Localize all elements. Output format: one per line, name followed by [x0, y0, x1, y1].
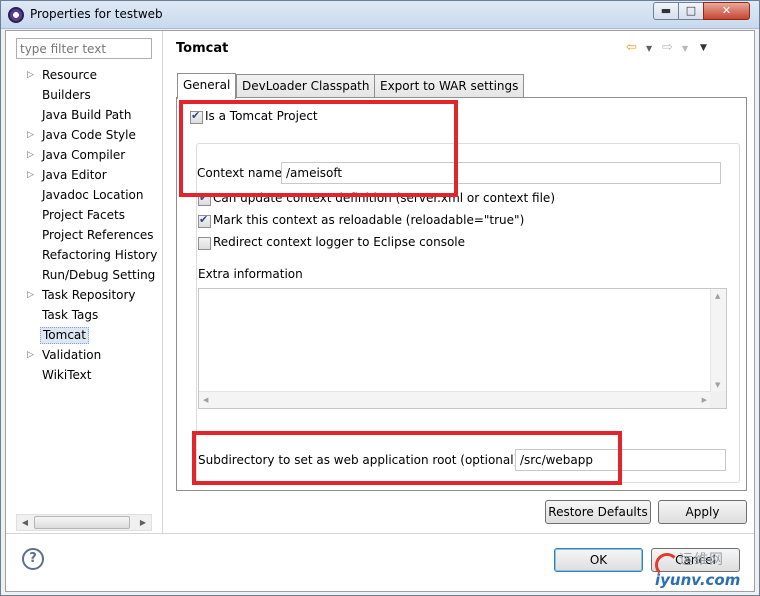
- scroll-right-icon[interactable]: ▶: [702, 396, 707, 404]
- page-navigation-toolbar: ⇦ ▼ ⇨ ▼ ▼: [622, 40, 746, 58]
- expand-arrow-icon[interactable]: ▷: [27, 65, 34, 85]
- pane-divider[interactable]: [162, 31, 163, 533]
- sidebar: ▷Resource Builders Java Build Path ▷Java…: [6, 31, 162, 533]
- scroll-thumb[interactable]: [34, 516, 130, 529]
- expand-arrow-icon[interactable]: ▷: [27, 345, 34, 365]
- highlight-box-tomcat-context: [179, 100, 458, 197]
- help-icon[interactable]: ?: [22, 548, 44, 570]
- forward-arrow-icon[interactable]: ⇨: [662, 40, 673, 55]
- scroll-up-icon[interactable]: ▲: [715, 292, 720, 300]
- sidebar-item-resource[interactable]: ▷ Resource: [6, 65, 162, 85]
- sidebar-item-java-code-style[interactable]: ▷ Java Code Style: [6, 125, 162, 145]
- watermark-text-cn: 运维网: [679, 552, 724, 568]
- filter-input[interactable]: [16, 38, 152, 59]
- button-bar-divider: [6, 533, 754, 534]
- sidebar-item-task-repository[interactable]: ▷ Task Repository: [6, 285, 162, 305]
- reloadable-checkbox[interactable]: [198, 213, 211, 228]
- tab-devloader-classpath[interactable]: DevLoader Classpath: [236, 74, 376, 98]
- sidebar-item-tomcat[interactable]: Tomcat: [6, 325, 162, 345]
- properties-window: Properties for testweb ▬ □ ✕ ▷Resource B…: [0, 0, 760, 596]
- back-menu-icon[interactable]: ▼: [646, 44, 652, 53]
- sidebar-item-builders[interactable]: Builders: [6, 85, 162, 105]
- expand-arrow-icon[interactable]: ▷: [27, 285, 34, 305]
- textarea-vertical-scrollbar[interactable]: ▲ ▼: [710, 289, 726, 392]
- forward-menu-icon[interactable]: ▼: [682, 44, 688, 53]
- extra-information-textarea[interactable]: ▲ ▼ ◀ ▶: [198, 288, 727, 409]
- minimize-button[interactable]: ▬: [653, 2, 679, 20]
- restore-defaults-button[interactable]: Restore Defaults: [545, 500, 651, 524]
- scroll-down-icon[interactable]: ▼: [715, 381, 720, 389]
- expand-arrow-icon[interactable]: ▷: [27, 165, 34, 185]
- watermark-text-url: iyunv.com: [655, 571, 741, 589]
- sidebar-item-java-build-path[interactable]: Java Build Path: [6, 105, 162, 125]
- tab-export-to-war-settings[interactable]: Export to WAR settings: [374, 74, 525, 98]
- sidebar-item-run-debug-setting[interactable]: Run/Debug Setting: [6, 265, 162, 285]
- expand-arrow-icon[interactable]: ▷: [27, 145, 34, 165]
- scroll-corner: [710, 391, 726, 408]
- window-title: Properties for testweb: [30, 7, 163, 21]
- sidebar-item-project-facets[interactable]: Project Facets: [6, 205, 162, 225]
- extra-information-label: Extra information: [198, 267, 303, 281]
- preferences-tree: ▷ Resource Builders Java Build Path ▷ Java…: [6, 65, 162, 385]
- sidebar-item-refactoring-history[interactable]: Refactoring History: [6, 245, 162, 265]
- title-bar[interactable]: Properties for testweb ▬ □ ✕: [1, 1, 759, 29]
- sidebar-item-project-references[interactable]: Project References: [6, 225, 162, 245]
- page-title: Tomcat: [176, 41, 229, 56]
- redirect-logger-label: Redirect context logger to Eclipse conso…: [213, 235, 466, 249]
- sidebar-item-javadoc-location[interactable]: Javadoc Location: [6, 185, 162, 205]
- scroll-left-icon[interactable]: ◀: [17, 515, 33, 530]
- sidebar-item-java-editor[interactable]: ▷ Java Editor: [6, 165, 162, 185]
- sidebar-horizontal-scrollbar[interactable]: ◀ ▶: [16, 514, 152, 531]
- maximize-button[interactable]: □: [678, 2, 704, 20]
- reloadable-label: Mark this context as reloadable (reloada…: [213, 213, 525, 227]
- close-button[interactable]: ✕: [703, 2, 750, 20]
- site-watermark: 运维网 iyunv.com: [649, 547, 749, 593]
- sidebar-item-validation[interactable]: ▷ Validation: [6, 345, 162, 365]
- tab-general[interactable]: General: [177, 73, 237, 99]
- expand-arrow-icon[interactable]: ▷: [27, 125, 34, 145]
- ok-button[interactable]: OK: [554, 548, 643, 572]
- back-arrow-icon[interactable]: ⇦: [626, 40, 637, 55]
- view-menu-icon[interactable]: ▼: [700, 43, 707, 53]
- sidebar-item-wikitext[interactable]: WikiText: [6, 365, 162, 385]
- sidebar-item-java-compiler[interactable]: ▷ Java Compiler: [6, 145, 162, 165]
- sidebar-item-task-tags[interactable]: Task Tags: [6, 305, 162, 325]
- textarea-horizontal-scrollbar[interactable]: ◀ ▶: [199, 391, 711, 408]
- scroll-right-icon[interactable]: ▶: [135, 515, 151, 530]
- redirect-logger-checkbox[interactable]: [198, 237, 211, 250]
- apply-button[interactable]: Apply: [658, 500, 747, 524]
- highlight-box-subdirectory: [192, 431, 622, 485]
- scroll-left-icon[interactable]: ◀: [203, 396, 208, 404]
- eclipse-icon: [8, 7, 24, 23]
